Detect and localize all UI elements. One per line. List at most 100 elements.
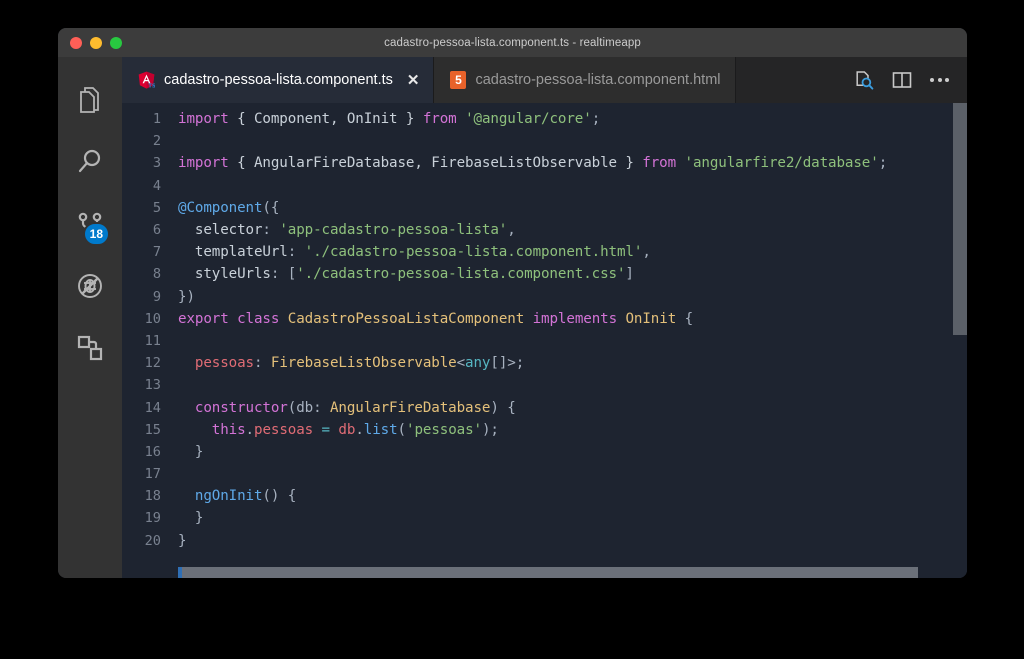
debug-icon <box>75 271 105 301</box>
line-text: constructor(db: AngularFireDatabase) { <box>178 400 516 416</box>
code-token: CadastroPessoaListaComponent <box>287 310 525 327</box>
line-text: } <box>178 510 204 526</box>
vscode-window: cadastro-pessoa-lista.component.ts - rea… <box>58 28 967 578</box>
line-text: selector: 'app-cadastro-pessoa-lista', <box>178 222 516 238</box>
maximize-window-button[interactable] <box>110 36 122 49</box>
line-number: 3 <box>152 155 161 172</box>
sidebar-item-source-control[interactable]: 18 <box>58 193 122 255</box>
sidebar-item-explorer[interactable] <box>58 69 122 131</box>
line-text: } <box>178 444 204 460</box>
tab-cadastro-pessoa-lista-component-ts[interactable]: TS cadastro-pessoa-lista.component.ts ✕ <box>122 57 435 103</box>
code-token: 'app-cadastro-pessoa-lista' <box>279 222 508 239</box>
editor-horizontal-scrollbar[interactable] <box>122 567 967 578</box>
code-line[interactable]: 3 import { AngularFireDatabase, FirebaseL… <box>122 152 967 174</box>
code-token: export <box>178 310 229 327</box>
line-text: import { AngularFireDatabase, FirebaseLi… <box>178 155 887 171</box>
code-line[interactable]: 18 ngOnInit() { <box>122 485 967 507</box>
code-line[interactable]: 15 this.pessoas = db.list('pessoas'); <box>122 419 967 441</box>
code-token: any <box>465 355 491 372</box>
code-token: } <box>178 532 187 549</box>
code-token: }) <box>178 288 195 305</box>
code-line[interactable]: 11 <box>122 330 967 352</box>
code-token: ( <box>397 421 407 438</box>
line-number: 5 <box>152 199 161 216</box>
line-number: 11 <box>144 332 161 349</box>
editor-vertical-scrollbar[interactable] <box>953 103 967 578</box>
window-controls[interactable] <box>70 36 122 49</box>
close-icon[interactable]: ✕ <box>407 73 420 88</box>
split-editor-icon[interactable] <box>892 71 912 89</box>
sidebar-item-extensions[interactable] <box>58 317 122 379</box>
code-line[interactable]: 1 import { Component, OnInit } from '@ang… <box>122 108 967 130</box>
line-number: 1 <box>152 111 161 128</box>
code-line[interactable]: 12 pessoas: FirebaseListObservable<any[]… <box>122 352 967 374</box>
title-bar: cadastro-pessoa-lista.component.ts - rea… <box>58 28 967 57</box>
code-token: ) { <box>490 399 516 416</box>
line-number: 17 <box>144 466 161 483</box>
horizontal-scrollbar-thumb[interactable] <box>178 567 918 578</box>
line-text: this.pessoas = db.list('pessoas'); <box>178 422 499 438</box>
line-number: 4 <box>152 177 161 194</box>
code-token: : [ <box>270 266 297 283</box>
code-token: : <box>262 222 280 239</box>
ellipsis-icon[interactable] <box>930 78 949 82</box>
angular-typescript-icon: TS <box>138 71 155 89</box>
code-line[interactable]: 8 styleUrls: ['./cadastro-pessoa-lista.c… <box>122 263 967 285</box>
tab-cadastro-pessoa-lista-component-html[interactable]: 5 cadastro-pessoa-lista.component.html <box>434 57 736 103</box>
code-line[interactable]: 13 <box>122 374 967 396</box>
code-line[interactable]: 5 @Component({ <box>122 197 967 219</box>
code-line[interactable]: 2 <box>122 130 967 152</box>
editor-actions <box>840 57 967 103</box>
line-text: @Component({ <box>178 200 279 216</box>
code-line[interactable]: 19 } <box>122 507 967 529</box>
sidebar-item-search[interactable] <box>58 131 122 193</box>
code-token: , <box>507 222 516 239</box>
code-token: { <box>676 310 694 327</box>
code-token: , <box>642 244 651 261</box>
code-token: . <box>355 421 364 438</box>
code-line[interactable]: 17 <box>122 463 967 485</box>
preview-search-icon[interactable] <box>854 70 874 90</box>
vertical-scrollbar-thumb[interactable] <box>953 103 967 335</box>
code-line[interactable]: 4 <box>122 175 967 197</box>
code-line[interactable]: 14 constructor(db: AngularFireDatabase) … <box>122 396 967 418</box>
search-icon <box>75 147 105 177</box>
files-icon <box>75 84 105 116</box>
code-token: './cadastro-pessoa-lista.component.html' <box>304 244 643 261</box>
code-token: . <box>245 421 255 438</box>
code-line[interactable]: 6 selector: 'app-cadastro-pessoa-lista', <box>122 219 967 241</box>
code-token: @Component <box>178 199 263 216</box>
minimize-window-button[interactable] <box>90 36 102 49</box>
code-line[interactable]: 9}) <box>122 286 967 308</box>
line-text: pessoas: FirebaseListObservable<any[]>; <box>178 355 524 371</box>
code-token: (db <box>287 399 314 416</box>
close-window-button[interactable] <box>70 36 82 49</box>
line-number: 9 <box>152 288 161 305</box>
html5-icon: 5 <box>450 71 467 89</box>
code-line[interactable]: 10 export class CadastroPessoaListaCompon… <box>122 308 967 330</box>
code-token: implements <box>532 310 618 327</box>
code-token: < <box>456 355 466 372</box>
line-text: styleUrls: ['./cadastro-pessoa-lista.com… <box>178 266 634 282</box>
code-token: ] <box>625 266 634 283</box>
code-token: ; <box>878 155 888 172</box>
code-token: { Component, OnInit } <box>228 111 423 128</box>
code-line[interactable]: 20} <box>122 530 967 552</box>
code-token: 'pessoas' <box>406 421 482 438</box>
code-token: : <box>313 399 330 416</box>
code-token: styleUrls <box>178 266 271 283</box>
code-line[interactable]: 16 } <box>122 441 967 463</box>
sidebar-item-debug[interactable] <box>58 255 122 317</box>
tab-bar-spacer <box>735 57 840 103</box>
line-text: import { Component, OnInit } from '@angu… <box>178 111 600 127</box>
editor-region: TS cadastro-pessoa-lista.component.ts ✕ … <box>122 57 967 578</box>
screen: cadastro-pessoa-lista.component.ts - rea… <box>0 0 1024 659</box>
code-line[interactable]: 7 templateUrl: './cadastro-pessoa-lista.… <box>122 241 967 263</box>
code-token: ngOnInit <box>178 488 263 505</box>
code-editor[interactable]: 1 import { Component, OnInit } from '@ang… <box>122 103 967 578</box>
code-token: class <box>237 310 280 327</box>
